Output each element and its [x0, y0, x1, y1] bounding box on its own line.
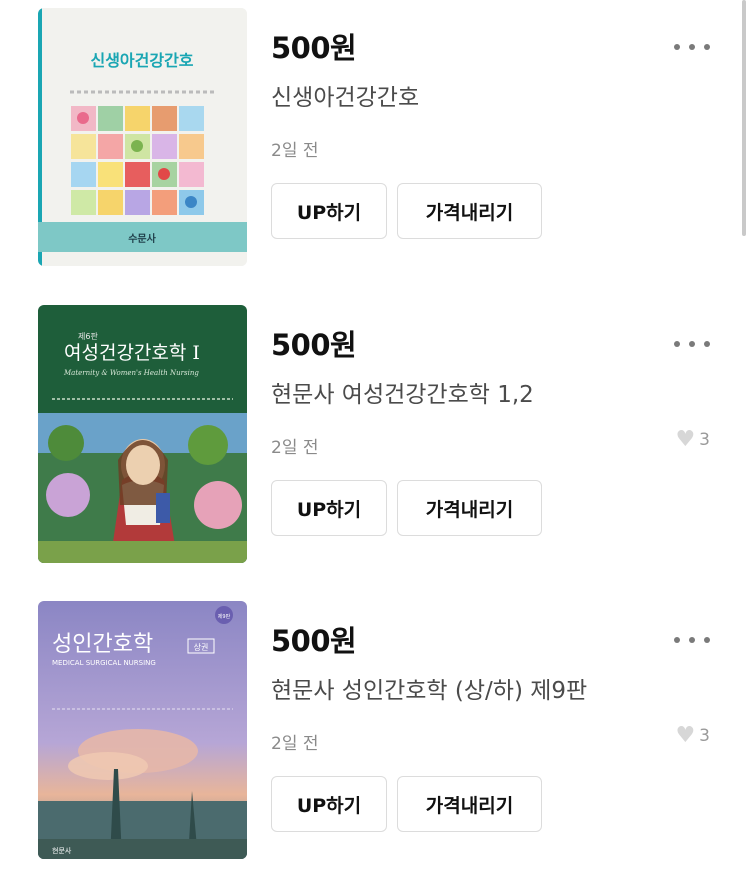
svg-text:신생아건강간호: 신생아건강간호: [90, 51, 193, 70]
heart-icon: ♥: [675, 723, 696, 748]
book-thumbnail[interactable]: 제6판 여성건강간호학 I Maternity & Women's Health…: [38, 305, 247, 563]
more-dots-icon[interactable]: [674, 341, 710, 349]
heart-icon: ♥: [675, 427, 696, 452]
book-cover-illustration: 신생아건강간호 수문사: [38, 8, 247, 266]
listing-title: 현문사 여성건강간호학 1,2: [271, 382, 534, 408]
more-dots-icon[interactable]: [674, 637, 710, 645]
lower-price-button[interactable]: 가격내리기: [397, 183, 542, 239]
svg-text:현문사: 현문사: [52, 846, 72, 855]
book-cover-illustration: 제9판 성인간호학 상권 MEDICAL SURGICAL NURSING 현문…: [38, 601, 247, 859]
svg-text:MEDICAL SURGICAL NURSING: MEDICAL SURGICAL NURSING: [52, 659, 156, 667]
lower-price-button[interactable]: 가격내리기: [397, 480, 542, 536]
like-count: ♥ 3: [675, 725, 710, 747]
svg-text:수문사: 수문사: [128, 232, 156, 245]
listing-title: 현문사 성인간호학 (상/하) 제9판: [271, 678, 588, 704]
price: 500원: [271, 328, 357, 362]
listing-title: 신생아건강간호: [271, 85, 420, 111]
price: 500원: [271, 624, 357, 658]
up-button[interactable]: UP하기: [271, 183, 387, 239]
listing-item-3[interactable]: 제9판 성인간호학 상권 MEDICAL SURGICAL NURSING 현문…: [0, 593, 750, 889]
posted-time: 2일 전: [271, 438, 319, 458]
book-thumbnail[interactable]: 제9판 성인간호학 상권 MEDICAL SURGICAL NURSING 현문…: [38, 601, 247, 859]
up-button[interactable]: UP하기: [271, 776, 387, 832]
like-count: ♥ 3: [675, 429, 710, 451]
listing-item-1[interactable]: 신생아건강간호 수문사 500원 신생아건강간호 2일 전 UP하기 가격내리기: [0, 0, 750, 296]
svg-text:상권: 상권: [194, 642, 209, 652]
listing-item-2[interactable]: 제6판 여성건강간호학 I Maternity & Women's Health…: [0, 297, 750, 593]
svg-text:여성건강간호학 I: 여성건강간호학 I: [64, 342, 200, 364]
posted-time: 2일 전: [271, 141, 319, 161]
posted-time: 2일 전: [271, 734, 319, 754]
svg-text:제9판: 제9판: [218, 613, 231, 620]
like-count-value: 3: [699, 726, 710, 746]
more-dots-icon[interactable]: [674, 44, 710, 52]
price: 500원: [271, 31, 357, 65]
svg-text:제6판: 제6판: [78, 332, 98, 341]
lower-price-button[interactable]: 가격내리기: [397, 776, 542, 832]
up-button[interactable]: UP하기: [271, 480, 387, 536]
book-cover-illustration: 제6판 여성건강간호학 I Maternity & Women's Health…: [38, 305, 247, 563]
svg-text:Maternity & Women's Health Nur: Maternity & Women's Health Nursing: [63, 369, 199, 377]
svg-text:성인간호학: 성인간호학: [52, 632, 153, 657]
book-thumbnail[interactable]: 신생아건강간호 수문사: [38, 8, 247, 266]
like-count-value: 3: [699, 430, 710, 450]
